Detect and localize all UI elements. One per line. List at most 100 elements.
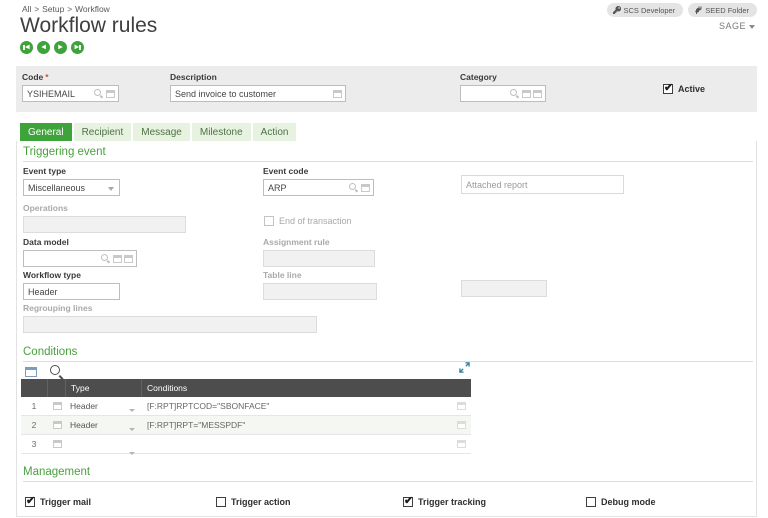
search-icon[interactable]	[94, 88, 104, 99]
event-code-value: ARP	[268, 182, 287, 193]
event-code-label: Event code	[263, 166, 309, 176]
active-checkbox[interactable]: ✔ Active	[663, 82, 705, 94]
breadcrumb: All > Setup > Workflow	[22, 4, 110, 14]
workflow-type-field[interactable]: Header	[23, 283, 120, 300]
key-icon	[612, 6, 621, 14]
row-detail-icon[interactable]	[52, 421, 62, 429]
debug-mode-checkbox[interactable]: Debug mode	[586, 497, 656, 507]
row-lookup-icon[interactable]	[456, 440, 466, 448]
type-cell[interactable]: Header	[65, 401, 141, 412]
operations-label: Operations	[23, 203, 68, 213]
nav-next-icon: ▶	[58, 44, 63, 50]
code-field[interactable]: YSIHEMAIL	[22, 85, 119, 102]
workflow-type-label: Workflow type	[23, 270, 81, 280]
document-icon[interactable]	[522, 89, 531, 98]
breadcrumb-setup[interactable]: Setup	[42, 4, 64, 14]
nav-previous-button[interactable]: ◀	[37, 41, 50, 54]
pill-label: SCS Developer	[623, 5, 676, 15]
conditions-title: Conditions	[23, 346, 78, 358]
triggering-event-title: Triggering event	[23, 146, 106, 158]
checkbox-box: ✔	[403, 495, 414, 507]
trigger-tracking-checkbox[interactable]: ✔ Trigger tracking	[403, 495, 487, 507]
expand-table-icon[interactable]	[459, 360, 470, 378]
table-row[interactable]: 2 Header [F:RPT]RPT="MESSPDF"	[21, 416, 471, 435]
description-label: Description	[170, 72, 217, 82]
tab-message[interactable]: Message	[133, 123, 190, 141]
event-type-select[interactable]: Miscellaneous	[23, 179, 120, 196]
management-title: Management	[23, 466, 91, 478]
breadcrumb-all[interactable]: All	[22, 4, 31, 14]
scs-developer-button[interactable]: SCS Developer	[606, 3, 684, 17]
search-icon[interactable]	[349, 182, 359, 193]
chevron-down-icon	[749, 25, 755, 29]
checkbox-box: ✔	[663, 82, 674, 94]
conditions-table: Type Conditions 1 Header [F:RPT]RPTCOD="…	[21, 379, 471, 455]
trigger-tracking-label: Trigger tracking	[418, 497, 487, 507]
row-number: 3	[31, 439, 37, 449]
checkbox-box	[264, 216, 274, 226]
tab-action[interactable]: Action	[252, 123, 297, 141]
breadcrumb-workflow[interactable]: Workflow	[75, 4, 110, 14]
row-detail-icon[interactable]	[52, 440, 62, 448]
row-number: 1	[31, 401, 37, 411]
search-icon[interactable]	[50, 365, 63, 378]
checkbox-box: ✔	[25, 495, 36, 507]
conditions-table-header: Type Conditions	[21, 379, 471, 397]
event-code-field[interactable]: ARP	[263, 179, 374, 196]
row-lookup-icon[interactable]	[456, 421, 466, 429]
profile-pills: SCS Developer SEED Folder	[606, 3, 757, 17]
record-navigation: ◀ ◀ ▶ ▶	[20, 41, 84, 54]
attached-report-placeholder: Attached report	[466, 179, 528, 190]
breadcrumb-separator: >	[67, 5, 73, 14]
trigger-mail-label: Trigger mail	[40, 497, 92, 507]
code-label: Code *	[22, 72, 49, 82]
checkbox-box	[216, 497, 226, 507]
event-type-label: Event type	[23, 166, 66, 176]
tab-general[interactable]: General	[20, 123, 72, 141]
category-field[interactable]	[460, 85, 546, 102]
event-type-value: Miscellaneous	[28, 182, 86, 193]
breadcrumb-separator: >	[34, 5, 40, 14]
seed-folder-button[interactable]: SEED Folder	[688, 3, 757, 17]
search-icon[interactable]	[510, 88, 520, 99]
conditions-column-header: Conditions	[141, 379, 471, 397]
lookup-icon[interactable]	[533, 89, 542, 98]
data-model-label: Data model	[23, 237, 69, 247]
lookup-icon[interactable]	[361, 183, 370, 192]
pill-label: SEED Folder	[705, 5, 749, 15]
condition-cell[interactable]: [F:RPT]RPTCOD="SBONFACE"	[141, 401, 449, 411]
debug-mode-label: Debug mode	[601, 497, 656, 507]
table-line-field	[263, 283, 377, 300]
grid-view-icon[interactable]	[25, 366, 37, 377]
row-detail-icon[interactable]	[52, 402, 62, 410]
lookup-icon[interactable]	[124, 254, 133, 263]
row-lookup-icon[interactable]	[456, 402, 466, 410]
assignment-rule-label: Assignment rule	[263, 237, 330, 247]
workflow-rules-page: All > Setup > Workflow SCS Developer SEED Fo…	[0, 0, 768, 518]
user-menu[interactable]: SAGE	[719, 21, 755, 31]
trigger-mail-checkbox[interactable]: ✔ Trigger mail	[25, 495, 92, 507]
checkbox-box	[586, 497, 596, 507]
nav-last-button[interactable]: ▶	[71, 41, 84, 54]
condition-cell[interactable]: [F:RPT]RPT="MESSPDF"	[141, 420, 449, 430]
type-cell[interactable]: Header	[65, 420, 141, 431]
lookup-icon[interactable]	[106, 89, 115, 98]
nav-first-button[interactable]: ◀	[20, 41, 33, 54]
assignment-rule-field	[263, 250, 375, 267]
document-icon[interactable]	[113, 254, 122, 263]
page-title: Workflow rules	[20, 14, 158, 37]
description-field[interactable]: Send invoice to customer	[170, 85, 346, 102]
table-row[interactable]: 1 Header [F:RPT]RPTCOD="SBONFACE"	[21, 397, 471, 416]
table-row[interactable]: 3	[21, 435, 471, 455]
tab-milestone[interactable]: Milestone	[191, 123, 251, 141]
operations-field	[23, 216, 186, 233]
section-divider	[23, 481, 753, 482]
tab-recipient[interactable]: Recipient	[73, 123, 132, 141]
data-model-field[interactable]	[23, 250, 137, 267]
lookup-icon[interactable]	[333, 89, 342, 98]
nav-next-button[interactable]: ▶	[54, 41, 67, 54]
regrouping-lines-label: Regrouping lines	[23, 303, 93, 313]
attached-report-field[interactable]: Attached report	[461, 175, 624, 194]
search-icon[interactable]	[101, 253, 111, 264]
trigger-action-checkbox[interactable]: Trigger action	[216, 497, 291, 507]
